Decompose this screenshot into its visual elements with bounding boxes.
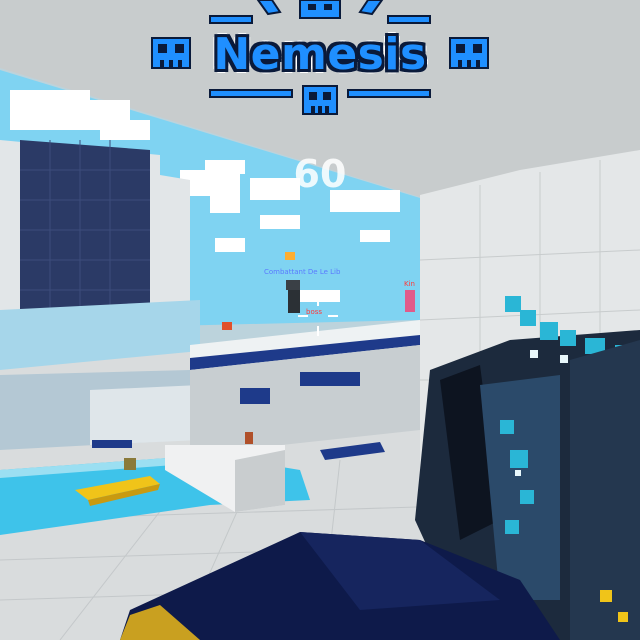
skull-icon — [449, 37, 489, 69]
bench-left — [92, 440, 132, 448]
counter-display: 60 — [293, 152, 347, 196]
skull-icon — [299, 0, 341, 19]
skull-icon — [151, 37, 191, 69]
skull-icon — [302, 85, 338, 115]
player-name-label: Combattant De Le Lib — [264, 268, 341, 276]
player-name-label: boss — [306, 308, 323, 316]
game-world — [0, 0, 640, 640]
player-name-label: Kin — [404, 280, 415, 288]
game-viewport[interactable]: Nemesis 60 Combattant De Le Lib Kin boss — [0, 0, 640, 640]
banner-title: Nemesis — [213, 28, 427, 80]
